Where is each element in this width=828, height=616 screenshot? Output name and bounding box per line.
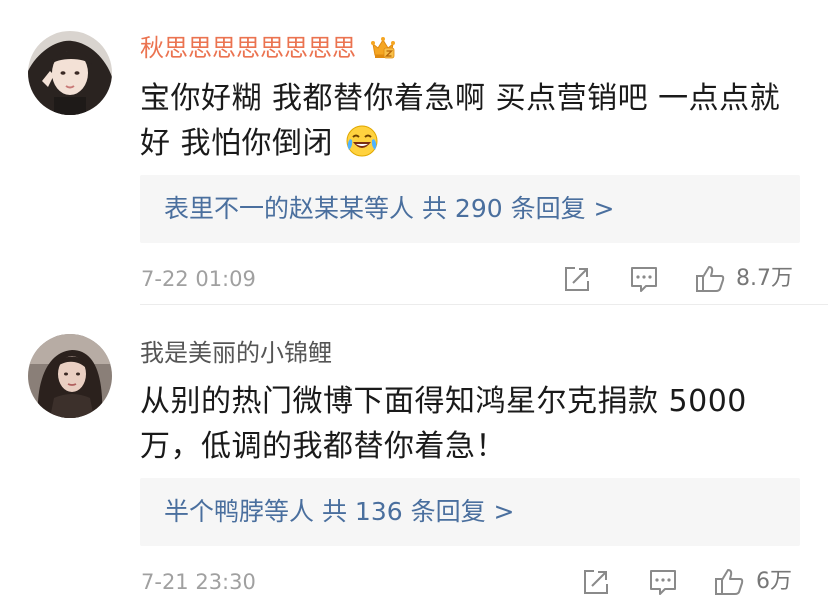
timestamp: 7-21 23:30: [141, 570, 256, 594]
timestamp: 7-22 01:09: [141, 267, 256, 291]
reply-button[interactable]: [628, 263, 660, 295]
replies-preview[interactable]: 半个鸭脖等人 共 136 条回复 >: [140, 478, 800, 546]
share-button[interactable]: [561, 263, 593, 295]
username-text: 秋思思思思思思思思: [140, 34, 356, 62]
comment-icon: [650, 570, 676, 595]
share-icon: [584, 570, 608, 594]
comment-text-body: 宝你好糊 我都替你着急啊 买点营销吧 一点点就好 我怕你倒闭: [140, 81, 781, 161]
username-text: 我是美丽的小锦鲤: [140, 339, 332, 367]
share-button[interactable]: [580, 566, 612, 598]
username[interactable]: 秋思思思思思思思思: [140, 33, 396, 63]
replies-preview[interactable]: 表里不一的赵某某等人 共 290 条回复 >: [140, 175, 800, 243]
avatar-image: [28, 334, 112, 418]
like-count: 6万: [756, 569, 792, 594]
comment-text-body: 从别的热门微博下面得知鸿星尔克捐款 5000 万，低调的我都替你着急！: [140, 384, 747, 464]
comment-text: 宝你好糊 我都替你着急啊 买点营销吧 一点点就好 我怕你倒闭: [140, 76, 790, 166]
like-icon: [715, 569, 744, 595]
like-button[interactable]: [694, 263, 726, 295]
share-icon: [565, 267, 589, 291]
comment-item: 秋思思思思思思思思 宝你好糊 我都替你着急啊 买点营销吧 一点点就好 我怕你倒闭…: [0, 0, 828, 305]
like-count: 8.7万: [736, 266, 793, 291]
avatar-image: [28, 31, 112, 115]
replies-users: 表里不一的赵某某等人: [164, 194, 415, 223]
comment-item: 我是美丽的小锦鲤 从别的热门微博下面得知鸿星尔克捐款 5000 万，低调的我都替…: [0, 305, 828, 616]
username[interactable]: 我是美丽的小锦鲤: [140, 338, 332, 368]
replies-count: 共 290 条回复 >: [421, 194, 615, 223]
avatar[interactable]: [28, 31, 112, 115]
like-button[interactable]: [713, 566, 745, 598]
comment-icon: [631, 267, 657, 292]
replies-link[interactable]: 表里不一的赵某某等人 共 290 条回复 >: [164, 194, 614, 224]
laugh-cry-icon: [346, 125, 378, 157]
like-icon: [696, 266, 725, 292]
comment-text: 从别的热门微博下面得知鸿星尔克捐款 5000 万，低调的我都替你着急！: [140, 379, 790, 469]
reply-button[interactable]: [647, 566, 679, 598]
replies-users: 半个鸭脖等人: [164, 497, 315, 526]
replies-count: 共 136 条回复 >: [321, 497, 515, 526]
crown-icon: [370, 37, 395, 59]
avatar[interactable]: [28, 334, 112, 418]
replies-link[interactable]: 半个鸭脖等人 共 136 条回复 >: [164, 497, 514, 527]
